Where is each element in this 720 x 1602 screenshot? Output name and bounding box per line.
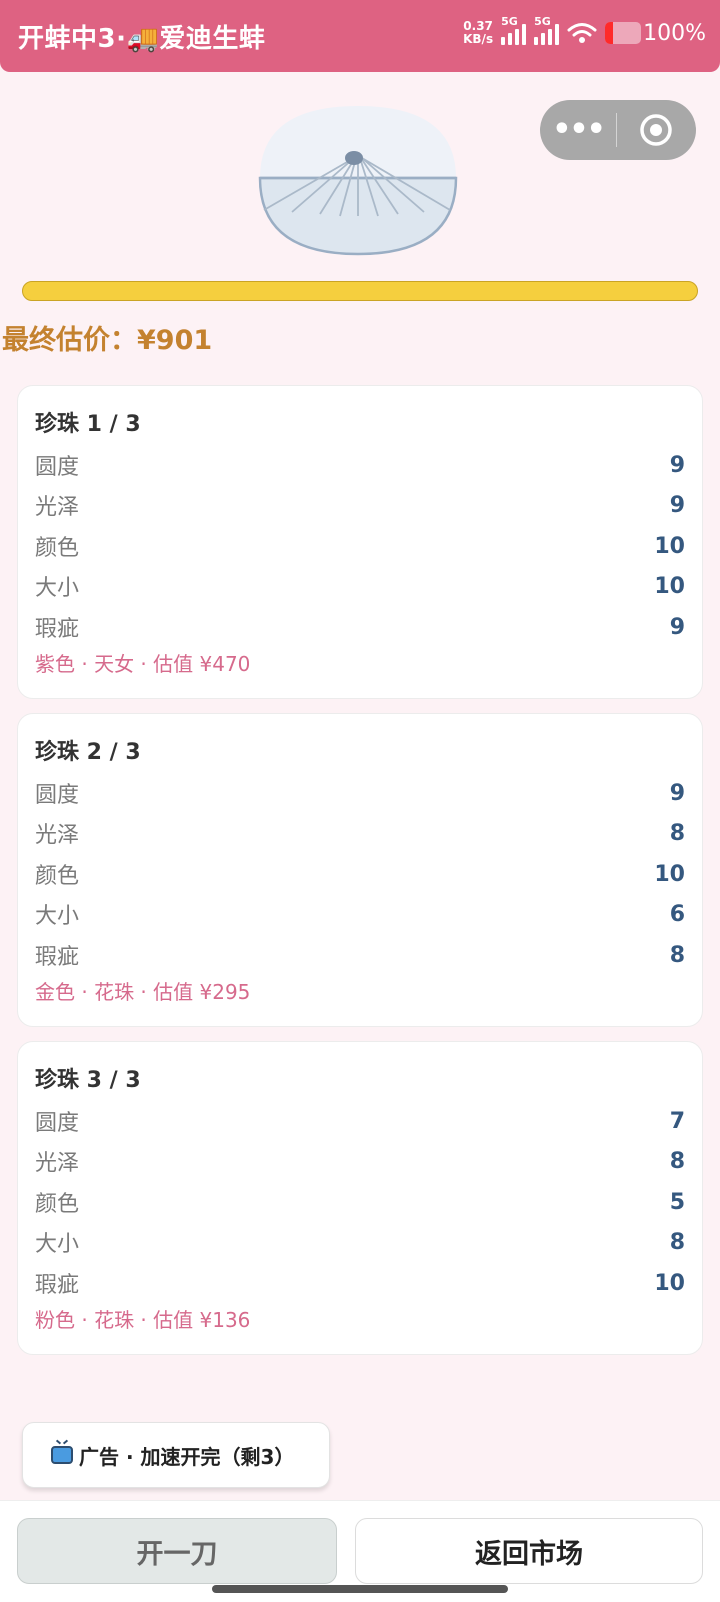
stat-row-roundness: 圆度 7 (35, 1104, 685, 1138)
stat-row-luster: 光泽 9 (35, 488, 685, 522)
stat-label: 圆度 (35, 455, 80, 480)
stat-label: 大小 (35, 1232, 80, 1257)
stat-row-luster: 光泽 8 (35, 816, 685, 850)
stat-label: 瑕疵 (35, 945, 80, 970)
signal-icon: 5G (501, 15, 527, 45)
stat-label: 大小 (35, 576, 80, 601)
final-price: 最终估价：¥901 (2, 325, 213, 356)
pearl-summary: 紫色 · 天女 · 估值 ¥470 (35, 652, 251, 676)
shell-illustration (258, 106, 458, 256)
stat-value: 7 (669, 1108, 685, 1134)
pearl-card-2: 珍珠 2 / 3 圆度 9 光泽 8 颜色 10 大小 6 瑕疵 8 金色 · 花珠 · … (17, 713, 703, 1027)
stat-label: 光泽 (35, 823, 80, 848)
ad-speedup-label: 广告 · 加速开完（剩3） (79, 1444, 295, 1469)
pearl-card-3: 珍珠 3 / 3 圆度 7 光泽 8 颜色 5 大小 8 瑕疵 10 粉色 · 花珠 · … (17, 1041, 703, 1355)
stat-row-color: 颜色 5 (35, 1185, 685, 1219)
ad-speedup-button[interactable]: 广告 · 加速开完（剩3） (22, 1422, 330, 1488)
tv-icon (51, 1446, 73, 1464)
stat-row-size: 大小 8 (35, 1225, 685, 1259)
stat-value: 10 (654, 533, 685, 559)
wifi-icon (567, 23, 597, 43)
network-gen-label: 5G (501, 15, 518, 28)
pearl-card-1: 珍珠 1 / 3 圆度 9 光泽 9 颜色 10 大小 10 瑕疵 9 紫色 · 天女 ·… (17, 385, 703, 699)
stat-value: 6 (669, 901, 685, 927)
stat-label: 光泽 (35, 495, 80, 520)
pearl-title: 珍珠 3 / 3 (35, 1068, 141, 1093)
signal-icon-2: 5G (534, 15, 560, 45)
miniprogram-capsule: ••• (540, 100, 696, 160)
cut-button[interactable]: 开一刀 (17, 1518, 337, 1584)
status-indicators: 0.37 KB/s 5G 5G 100% (463, 15, 706, 46)
progress-bar (22, 281, 698, 301)
stat-value: 9 (669, 452, 685, 478)
network-gen-label-2: 5G (534, 15, 551, 28)
stat-label: 瑕疵 (35, 1273, 80, 1298)
back-to-market-button[interactable]: 返回市场 (355, 1518, 703, 1584)
pearl-summary: 金色 · 花珠 · 估值 ¥295 (35, 980, 251, 1004)
stat-value: 9 (669, 780, 685, 806)
stat-label: 颜色 (35, 864, 80, 889)
stat-row-size: 大小 6 (35, 897, 685, 931)
stat-label: 颜色 (35, 536, 80, 561)
stat-value: 8 (669, 1148, 685, 1174)
stat-row-flaw: 瑕疵 8 (35, 938, 685, 972)
stat-value: 10 (654, 573, 685, 599)
stat-row-luster: 光泽 8 (35, 1144, 685, 1178)
stat-row-roundness: 圆度 9 (35, 776, 685, 810)
stat-row-flaw: 瑕疵 10 (35, 1266, 685, 1300)
stat-row-roundness: 圆度 9 (35, 448, 685, 482)
pearl-summary: 粉色 · 花珠 · 估值 ¥136 (35, 1308, 251, 1332)
status-bar: 开蚌中3·🚚爱迪生蚌 0.37 KB/s 5G 5G 100% (0, 0, 720, 72)
stat-label: 大小 (35, 904, 80, 929)
stat-row-color: 颜色 10 (35, 857, 685, 891)
stat-value: 9 (669, 492, 685, 518)
stat-value: 8 (669, 942, 685, 968)
stat-row-flaw: 瑕疵 9 (35, 610, 685, 644)
pearl-title: 珍珠 2 / 3 (35, 740, 141, 765)
stat-label: 瑕疵 (35, 617, 80, 642)
net-speed-unit: KB/s (463, 32, 494, 46)
stat-value: 5 (669, 1189, 685, 1215)
page-title: 开蚌中3·🚚爱迪生蚌 (18, 24, 266, 54)
pearl-title: 珍珠 1 / 3 (35, 412, 141, 437)
net-speed: 0.37 KB/s (463, 20, 493, 46)
target-circle-icon[interactable] (617, 113, 695, 147)
stat-label: 颜色 (35, 1192, 80, 1217)
stat-value: 10 (654, 861, 685, 887)
stat-value: 10 (654, 1270, 685, 1296)
stat-value: 9 (669, 614, 685, 640)
stat-row-size: 大小 10 (35, 569, 685, 603)
stat-row-color: 颜色 10 (35, 529, 685, 563)
battery-icon: 100% (605, 21, 706, 46)
stat-value: 8 (669, 1229, 685, 1255)
more-dots-icon[interactable]: ••• (540, 100, 616, 160)
stat-label: 圆度 (35, 1111, 80, 1136)
home-indicator[interactable] (212, 1585, 508, 1593)
battery-level: 100% (643, 20, 706, 46)
stat-label: 圆度 (35, 783, 80, 808)
stat-label: 光泽 (35, 1151, 80, 1176)
stat-value: 8 (669, 820, 685, 846)
